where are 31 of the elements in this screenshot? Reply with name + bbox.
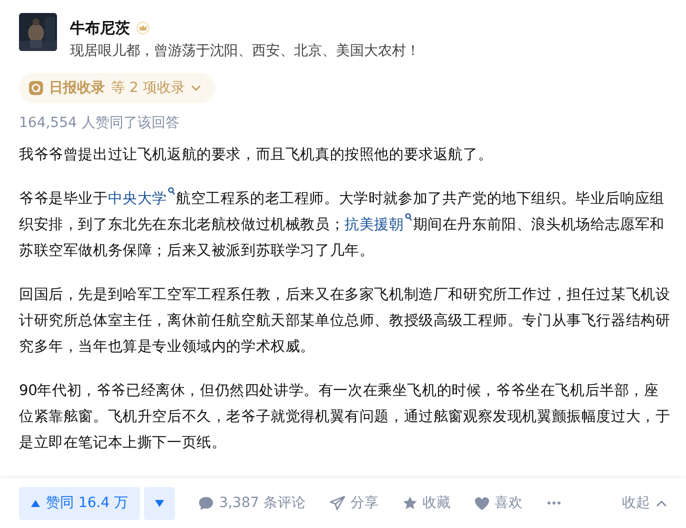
paragraph: 爷爷是毕业于中央大学 航空工程系的老工程师。大学时就参加了共产党的地下组织。毕业后响应组织安排，到了东北先在东北老航校做过机械教员；抗美援朝 期间在丹东前阳、浪头机场给志愿军和苏联空军做机务保障；后来又被派到苏联学习了几年。 [19, 186, 671, 264]
chevron-down-icon [190, 85, 201, 91]
search-icon [404, 213, 412, 221]
author-bio: 现居哏儿都，曾游荡于沈阳、西安、北京、美国大农村！ [70, 42, 420, 60]
triangle-up-icon [31, 500, 40, 506]
daily-icon [29, 81, 43, 95]
triangle-down-icon [155, 500, 164, 506]
paper-plane-icon [330, 496, 345, 510]
favorite-button[interactable]: 收藏 [402, 494, 451, 512]
link[interactable]: 中央大学 [108, 190, 168, 207]
paragraph: 90年代初，爷爷已经离休，但仍然四处讲学。有一次在乘坐飞机的时候，爷爷坐在飞机后半部，座位紧靠舷窗。飞机升空后不久，老爷子就觉得机翼有问题，通过舷窗观察发现机翼颤振幅度过大，于是立即在笔记本上撕下一页纸。 [19, 381, 671, 453]
heart-icon [474, 496, 489, 510]
paragraph: 回国后，先是到哈军工空军工程系任教，后来又在多家飞机制造厂和研究所工作过，担任过某飞机设计研究所总体室主任，离休前任航空航天部某单位总师、教授级高级工程师。专门从事飞行器结构研究多年，当年也算是专业领域内的学术权威。 [19, 285, 671, 357]
share-button[interactable]: 分享 [330, 494, 379, 512]
speech-bubble-icon [199, 496, 214, 510]
crown-badge-icon [136, 21, 150, 35]
collapse-button[interactable]: 收起 [622, 494, 667, 512]
upvote-button[interactable]: 赞同 16.4 万 [19, 486, 140, 520]
collection-badge[interactable]: 日报收录 等 2 项收录 [19, 73, 215, 103]
vote-count: 164,554 人赞同了该回答 [19, 114, 180, 132]
chevron-up-icon [656, 500, 667, 506]
star-icon [402, 496, 417, 510]
paragraph: 我爷爷曾提出过让飞机返航的要求，而且飞机真的按照他的要求返航了。 [19, 145, 494, 165]
more-button[interactable] [546, 501, 561, 505]
downvote-button[interactable] [144, 486, 176, 520]
more-icon [546, 501, 561, 505]
author-name[interactable]: 牛布尼茨 [70, 19, 130, 37]
like-button[interactable]: 喜欢 [474, 494, 523, 512]
search-icon [168, 187, 176, 195]
link[interactable]: 抗美援朝 [344, 216, 404, 233]
comments-button[interactable]: 3,387 条评论 [199, 494, 306, 512]
